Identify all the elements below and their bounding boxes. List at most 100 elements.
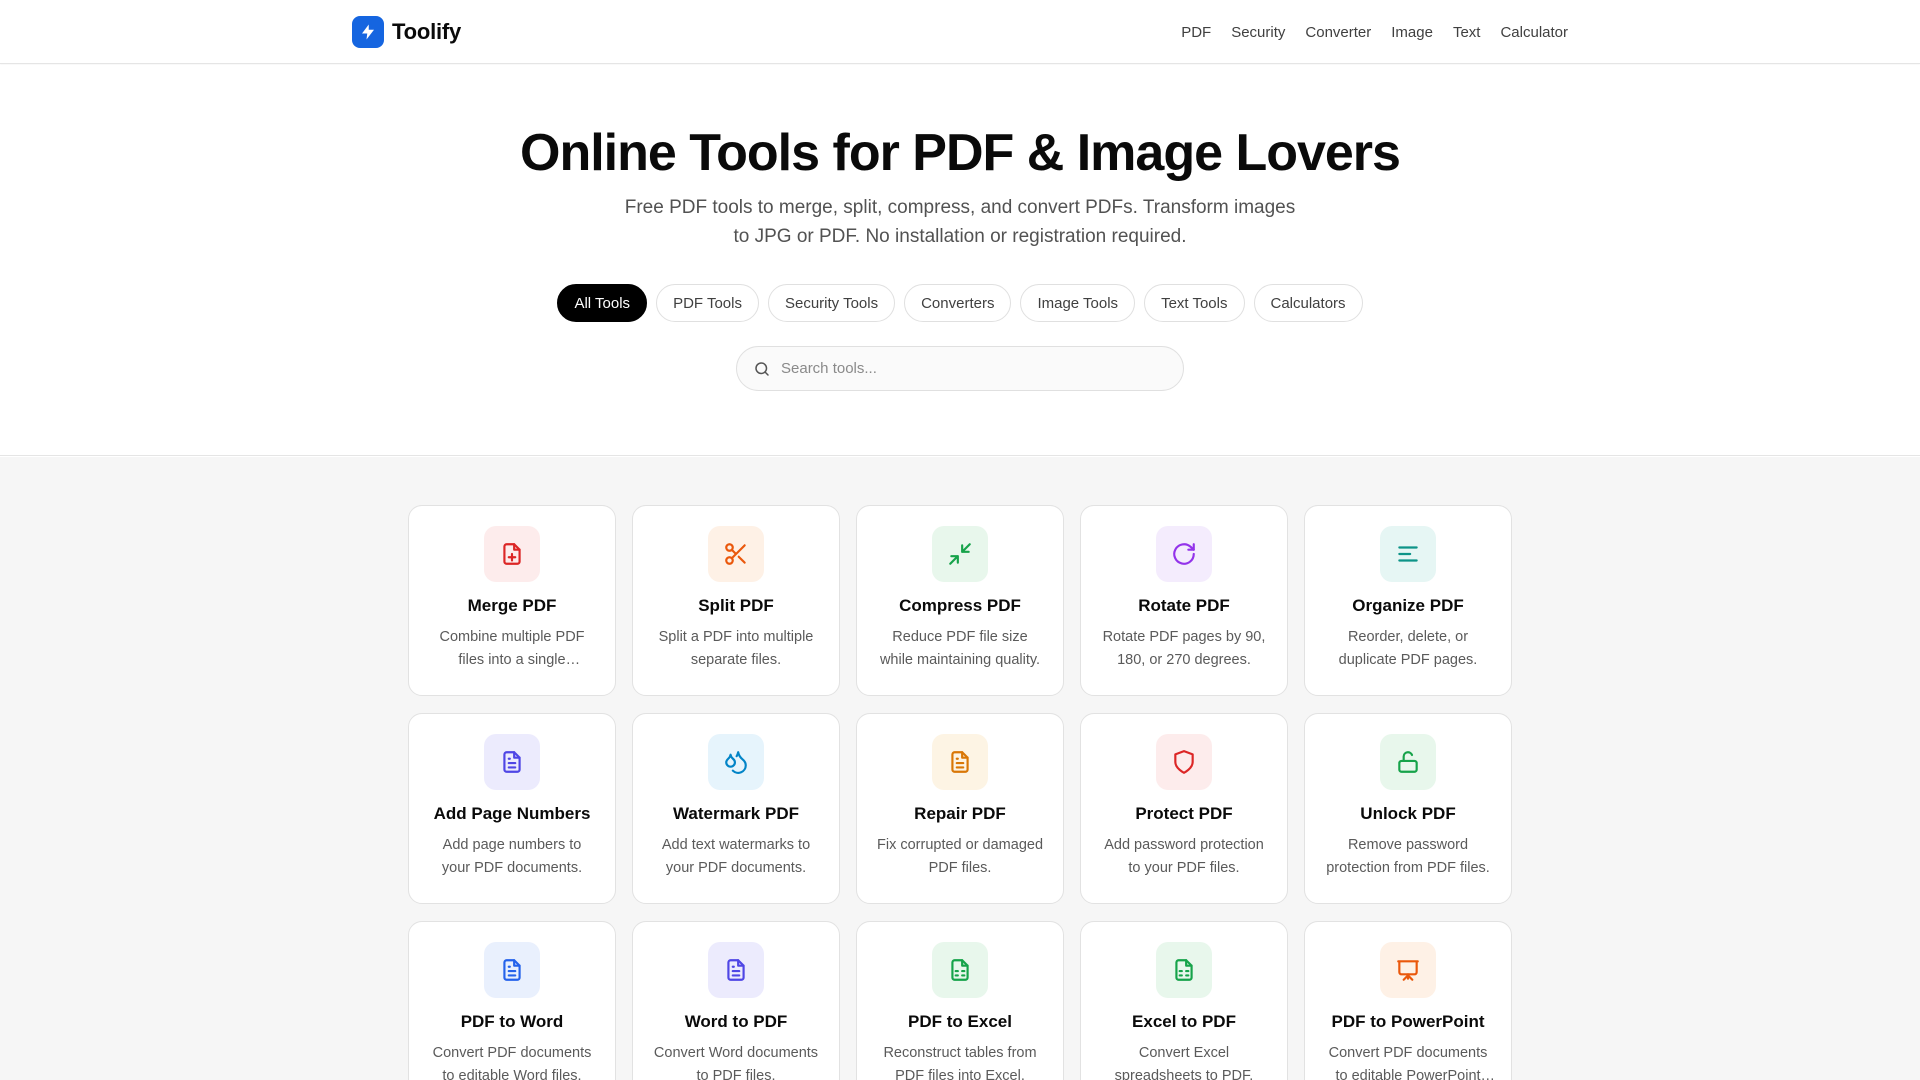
file-spreadsheet-icon [1175, 959, 1193, 981]
tool-description: Reorder, delete, or duplicate PDF pages. [1338, 629, 1478, 668]
tool-title: PDF to Word [460, 1012, 564, 1031]
search-input[interactable] [781, 360, 1161, 377]
tool-icon-box [1156, 942, 1212, 998]
tool-icon-box [484, 942, 540, 998]
nav-link-text[interactable]: Text [1453, 24, 1481, 41]
tool-icon-box [708, 526, 764, 582]
shield-icon [1174, 750, 1194, 774]
file-plus-icon [503, 543, 521, 565]
tool-card-split-pdf[interactable]: Split PDF Split a PDF into multiple separ… [632, 505, 840, 696]
nav-link-calculator[interactable]: Calculator [1500, 24, 1568, 41]
nav-link-security[interactable]: Security [1231, 24, 1285, 41]
tool-card-rotate-pdf[interactable]: Rotate PDF Rotate PDF pages by 90, 180, o… [1080, 505, 1288, 696]
tool-icon-box [932, 734, 988, 790]
tool-icon-box [1380, 942, 1436, 998]
tool-description: Add text watermarks to your PDF document… [661, 837, 811, 876]
tool-description: Add page numbers to your PDF documents. [441, 837, 583, 876]
logo-text: Toolify [392, 19, 462, 44]
tool-description: Reduce PDF file size while maintaining q… [879, 629, 1041, 668]
tool-icon-box [1156, 734, 1212, 790]
tool-description: Convert PDF documents to editable PowerP… [1328, 1045, 1488, 1080]
tool-title: Rotate PDF [1138, 596, 1230, 615]
file-spreadsheet-icon [951, 959, 969, 981]
tool-description: Convert Excel spreadsheets to PDF. [1114, 1045, 1254, 1080]
tool-card-repair-pdf[interactable]: Repair PDF Fix corrupted or damaged PDF f… [856, 713, 1064, 904]
tool-title: Split PDF [698, 596, 774, 615]
tool-title: Unlock PDF [1360, 804, 1456, 823]
align-left-icon [1398, 546, 1418, 562]
file-text-icon [727, 959, 745, 981]
tool-description: Reconstruct tables from PDF files into E… [883, 1045, 1037, 1080]
tool-card-unlock-pdf[interactable]: Unlock PDF Remove password protection fro… [1304, 713, 1512, 904]
tool-icon-box [1380, 526, 1436, 582]
tool-card-pdf-to-powerpoint[interactable]: PDF to PowerPoint Convert PDF documents t… [1304, 921, 1512, 1080]
presentation-icon [1397, 960, 1419, 981]
tool-title: Excel to PDF [1132, 1012, 1236, 1031]
tool-card-merge-pdf[interactable]: Merge PDF Combine multiple PDF files into… [408, 505, 616, 696]
tool-title: Organize PDF [1352, 596, 1464, 615]
tool-title: Protect PDF [1135, 804, 1233, 823]
search-icon [755, 361, 769, 376]
filter-converters[interactable]: Converters [904, 284, 1012, 322]
tool-card-pdf-to-word[interactable]: PDF to Word Convert PDF documents to edit… [408, 921, 616, 1080]
search-bar [736, 346, 1184, 391]
scissors-icon [725, 543, 746, 565]
logo[interactable]: Toolify [352, 16, 461, 48]
tool-icon-box [708, 734, 764, 790]
tool-title: Watermark PDF [673, 804, 799, 823]
tool-description: Add password protection to your PDF file… [1104, 837, 1264, 876]
filter-image-tools[interactable]: Image Tools [1020, 284, 1136, 322]
filter-calculators[interactable]: Calculators [1253, 284, 1363, 322]
hero-section: Online Tools for PDF & Image Lovers Free… [0, 65, 1920, 456]
hero-subtitle: Free PDF tools to merge, split, compress… [624, 197, 1296, 247]
tool-title: Word to PDF [684, 1012, 788, 1031]
tools-section: Merge PDF Combine multiple PDF files into… [0, 457, 1920, 1080]
tool-title: Merge PDF [467, 596, 557, 615]
rotate-icon [1173, 543, 1195, 565]
tool-card-pdf-to-excel[interactable]: PDF to Excel Reconstruct tables from PDF … [856, 921, 1064, 1080]
tool-title: Compress PDF [899, 596, 1021, 615]
tool-card-word-to-pdf[interactable]: Word to PDF Convert Word documents to PDF… [632, 921, 840, 1080]
tool-title: Add Page Numbers [433, 804, 591, 823]
filter-text-tools[interactable]: Text Tools [1144, 284, 1245, 322]
filter-all-tools[interactable]: All Tools [557, 284, 648, 322]
tool-icon-box [932, 942, 988, 998]
filter-pdf-tools[interactable]: PDF Tools [656, 284, 759, 322]
tool-description: Combine multiple PDF files into a single… [439, 629, 585, 668]
nav-link-image[interactable]: Image [1391, 24, 1433, 41]
tool-description: Convert PDF documents to editable Word f… [432, 1045, 592, 1080]
tool-card-compress-pdf[interactable]: Compress PDF Reduce PDF file size while m… [856, 505, 1064, 696]
file-text-icon [503, 751, 521, 773]
tool-icon-box [1156, 526, 1212, 582]
file-text-icon [503, 959, 521, 981]
category-filters: All Tools PDF Tools Security Tools Conve… [0, 284, 1920, 322]
nav-link-pdf[interactable]: PDF [1181, 24, 1211, 41]
tool-title: Repair PDF [914, 804, 1006, 823]
tool-card-organize-pdf[interactable]: Organize PDF Reorder, delete, or duplicat… [1304, 505, 1512, 696]
unlock-icon [1398, 751, 1418, 773]
tool-description: Remove password protection from PDF file… [1326, 837, 1490, 876]
tool-icon-box [932, 526, 988, 582]
filter-security-tools[interactable]: Security Tools [767, 284, 896, 322]
tool-card-watermark-pdf[interactable]: Watermark PDF Add text watermarks to your… [632, 713, 840, 904]
tool-icon-box [1380, 734, 1436, 790]
lightning-bolt-icon [352, 16, 384, 48]
tool-card-protect-pdf[interactable]: Protect PDF Add password protection to yo… [1080, 713, 1288, 904]
tool-description: Fix corrupted or damaged PDF files. [876, 837, 1044, 876]
tool-card-excel-to-pdf[interactable]: Excel to PDF Convert Excel spreadsheets t… [1080, 921, 1288, 1080]
minimize-icon [949, 543, 971, 565]
tool-title: PDF to PowerPoint [1331, 1012, 1485, 1031]
tool-description: Convert Word documents to PDF files. [653, 1045, 819, 1080]
tool-description: Split a PDF into multiple separate files… [658, 629, 814, 668]
tool-description: Rotate PDF pages by 90, 180, or 270 degr… [1102, 629, 1266, 668]
main-nav: PDF Security Converter Image Text Calcul… [1181, 0, 1568, 64]
tool-card-add-page-numbers[interactable]: Add Page Numbers Add page numbers to your… [408, 713, 616, 904]
file-text-icon [951, 751, 969, 773]
tools-grid: Merge PDF Combine multiple PDF files into… [408, 505, 1512, 1080]
tool-icon-box [484, 526, 540, 582]
tool-title: PDF to Excel [908, 1012, 1012, 1031]
tool-icon-box [484, 734, 540, 790]
nav-link-converter[interactable]: Converter [1305, 24, 1371, 41]
droplets-icon [725, 751, 747, 774]
tool-icon-box [708, 942, 764, 998]
